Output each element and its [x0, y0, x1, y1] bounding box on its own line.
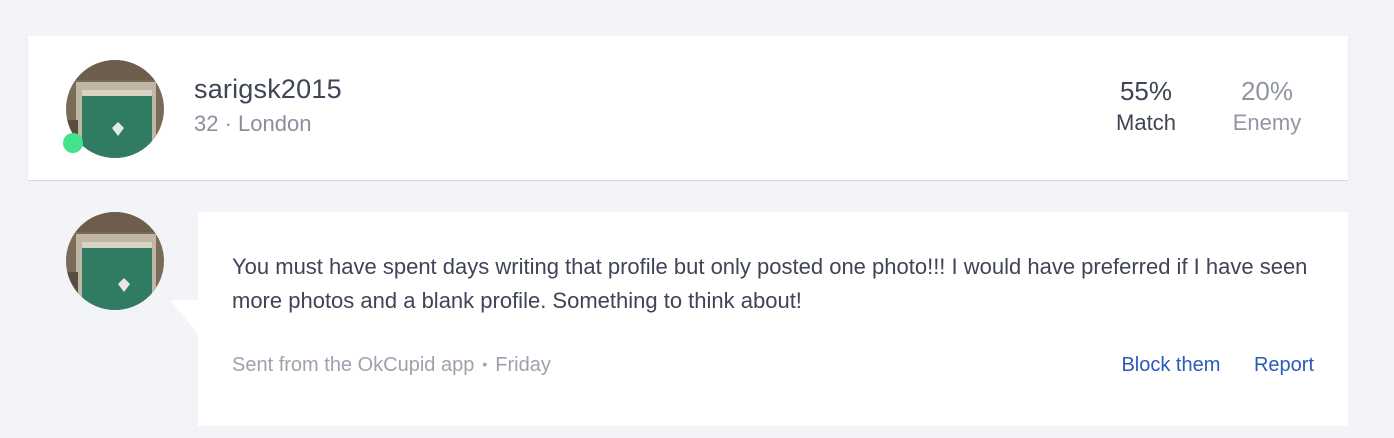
profile-meta: 32 · London [194, 111, 312, 136]
message-bubble-tail [170, 300, 198, 334]
message-source: Sent from the OkCupid app [232, 354, 475, 376]
match-label: Match [1116, 110, 1176, 135]
message-footer: Sent from the OkCupid app • Friday [232, 354, 551, 377]
block-button[interactable]: Block them [1121, 354, 1220, 376]
message-bubble: You must have spent days writing that pr… [198, 212, 1348, 426]
match-value: 55% [1119, 76, 1173, 106]
profile-card: sarigsk2015 32 · London 55% Match 20% En… [28, 36, 1348, 180]
message-time: Friday [495, 354, 551, 376]
match-stat: 55% Match [1091, 76, 1201, 140]
footer-separator: • [482, 356, 488, 372]
message-text: You must have spent days writing that pr… [232, 254, 1308, 313]
message-actions: Block them Report [1093, 354, 1314, 377]
enemy-value: 20% [1240, 76, 1294, 106]
report-button[interactable]: Report [1254, 354, 1314, 376]
online-status-dot [63, 133, 83, 153]
username[interactable]: sarigsk2015 [194, 74, 342, 105]
message-avatar[interactable] [66, 212, 164, 310]
enemy-label: Enemy [1232, 110, 1302, 135]
enemy-stat: 20% Enemy [1212, 76, 1322, 140]
